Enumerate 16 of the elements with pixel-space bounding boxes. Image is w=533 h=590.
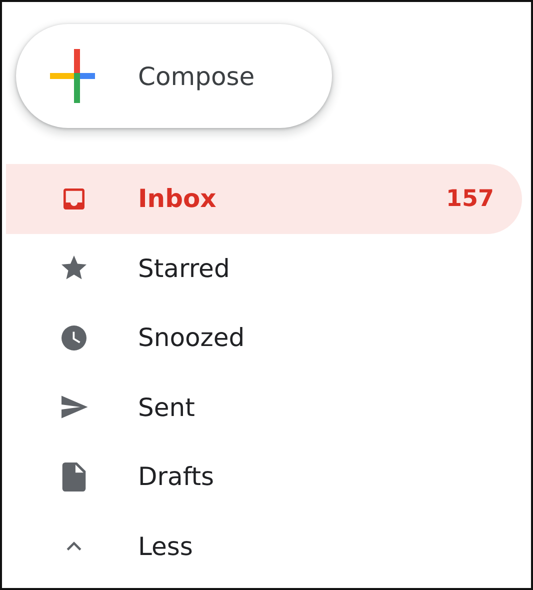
nav-item[interactable]: Sent xyxy=(6,372,522,442)
nav-label: Inbox xyxy=(138,184,218,214)
nav-item[interactable]: Snoozed xyxy=(6,303,522,372)
unread-count: 157 xyxy=(446,186,494,212)
document-icon xyxy=(60,460,88,493)
nav-item[interactable]: Starred xyxy=(6,234,522,303)
clock-icon xyxy=(59,322,89,353)
nav-item[interactable]: Drafts xyxy=(6,442,522,512)
nav-item[interactable]: Inbox 157 xyxy=(6,164,522,234)
nav-label: Drafts xyxy=(138,462,216,492)
compose-button[interactable]: Compose xyxy=(16,24,332,128)
nav-label: Sent xyxy=(138,392,196,422)
nav-item[interactable]: Less xyxy=(6,512,522,581)
nav-label: Less xyxy=(138,532,194,561)
nav-label: Snoozed xyxy=(138,323,246,352)
nav-label: Starred xyxy=(138,254,231,283)
